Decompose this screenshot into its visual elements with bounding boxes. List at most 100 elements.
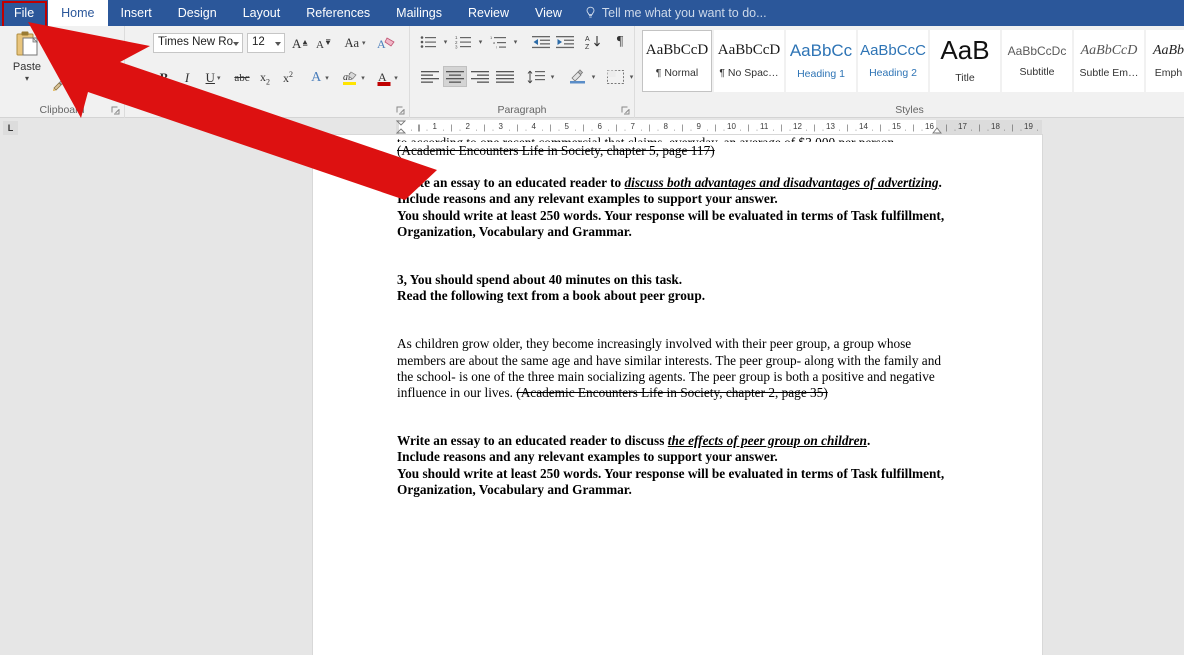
tab-insert[interactable]: Insert: [108, 0, 165, 26]
ruler-half-tick: |: [978, 125, 981, 132]
shading-caret-icon[interactable]: ▾: [588, 66, 599, 87]
superscript-button[interactable]: x2: [277, 68, 299, 88]
font-name-input[interactable]: Times New Ro: [153, 33, 243, 53]
bullets-button[interactable]: [418, 32, 440, 52]
style-subtitle[interactable]: AaBbCcDc Subtitle: [1002, 30, 1072, 92]
shading-button[interactable]: [565, 66, 589, 87]
borders-button[interactable]: [603, 66, 627, 87]
numbering-caret-icon[interactable]: ▾: [475, 32, 486, 52]
ruler-tick: ·: [887, 125, 891, 134]
grow-font-button[interactable]: A: [290, 33, 312, 53]
tab-mailings-label: Mailings: [396, 6, 443, 20]
font-name-caret-icon[interactable]: [233, 42, 239, 46]
multilevel-list-button[interactable]: 1ai: [488, 32, 510, 52]
italic-button[interactable]: I: [176, 68, 198, 88]
paragraph-group-label: Paragraph: [497, 104, 547, 116]
clipboard-dialog-launcher[interactable]: [111, 106, 120, 115]
ruler-tick: ·: [541, 125, 544, 134]
underline-button[interactable]: U ▾: [199, 68, 227, 88]
document-area[interactable]: to according to one recent commercial th…: [0, 135, 1184, 655]
style-heading-1[interactable]: AaBbCc Heading 1: [786, 30, 856, 92]
ruler-half-tick: |: [714, 125, 717, 132]
text-effects-button[interactable]: A ▾: [305, 68, 335, 88]
style-normal[interactable]: AaBbCcD ¶ Normal: [642, 30, 712, 92]
shrink-font-button[interactable]: A: [313, 33, 335, 53]
ruler-half-tick: |: [648, 125, 651, 132]
ruler-tick: ·: [1003, 125, 1006, 134]
justify-button[interactable]: [493, 66, 517, 87]
tell-me-search[interactable]: Tell me what you want to do...: [575, 0, 777, 26]
style-emphasis[interactable]: AaBb Emph: [1146, 30, 1184, 92]
subscript-button[interactable]: x2: [254, 68, 276, 88]
tab-home[interactable]: Home: [48, 0, 108, 26]
show-formatting-marks-button[interactable]: ¶: [609, 32, 631, 52]
ruler-number: 17: [958, 122, 967, 131]
ruler-tick: ·: [871, 125, 874, 134]
tab-view-label: View: [535, 6, 562, 20]
style-normal-preview: AaBbCcD: [645, 42, 709, 58]
ruler-tick: ·: [410, 125, 413, 134]
right-indent-marker[interactable]: [932, 122, 942, 135]
document-page[interactable]: to according to one recent commercial th…: [313, 135, 1042, 655]
ribbon-group-paragraph: ▾ 123 ▾ 1ai ▾ AZ ¶ ▾ ▾ ▾ Paragraph: [410, 26, 635, 118]
citation-1-text: (Academic Encounters Life in Society, ch…: [397, 143, 715, 158]
cut-button[interactable]: Cut: [52, 32, 88, 47]
paste-button[interactable]: Paste ▾: [6, 30, 48, 83]
copy-label: Copy: [70, 56, 96, 68]
ribbon-group-font: Times New Ro 12 A A Aa ▾ A B I U ▾ abc x…: [125, 26, 410, 118]
task-3-prompt-run-1: Write an essay to an educated reader to …: [397, 433, 668, 449]
copy-button[interactable]: Copy: [52, 55, 96, 69]
tab-review[interactable]: Review: [455, 0, 522, 26]
style-heading-2[interactable]: AaBbCcC Heading 2: [858, 30, 928, 92]
font-color-button[interactable]: A ▾: [371, 68, 403, 88]
style-emphasis-label: Emph: [1154, 66, 1183, 79]
ruler-half-tick: |: [945, 125, 948, 132]
ruler-number: 8: [663, 122, 668, 131]
ruler-tick: ·: [772, 125, 775, 134]
style-normal-label: ¶ Normal: [655, 67, 699, 79]
ruler-tick: ·: [442, 125, 445, 134]
align-right-button[interactable]: [468, 66, 492, 87]
line-spacing-button[interactable]: [524, 66, 548, 87]
decrease-indent-button[interactable]: [529, 32, 553, 52]
strikethrough-button[interactable]: abc: [231, 68, 253, 88]
font-dialog-launcher[interactable]: [396, 106, 405, 115]
bold-button[interactable]: B: [153, 68, 175, 88]
multilevel-caret-icon[interactable]: ▾: [510, 32, 521, 52]
style-subtle-emphasis[interactable]: AaBbCcD Subtle Em…: [1074, 30, 1144, 92]
tab-references[interactable]: References: [293, 0, 383, 26]
style-no-spacing-preview: AaBbCcD: [717, 42, 781, 58]
line-spacing-caret-icon[interactable]: ▾: [547, 66, 558, 87]
paragraph-dialog-launcher[interactable]: [621, 106, 630, 115]
tab-file[interactable]: File: [0, 0, 49, 26]
text-highlight-color-button[interactable]: ab ▾: [337, 68, 369, 88]
font-size-caret-icon[interactable]: [275, 42, 281, 46]
paste-dropdown-caret-icon[interactable]: ▾: [6, 74, 48, 83]
bullets-caret-icon[interactable]: ▾: [440, 32, 451, 52]
align-center-button[interactable]: [443, 66, 467, 87]
ruler-tick: ·: [656, 125, 660, 134]
font-size-input[interactable]: 12: [247, 33, 285, 53]
tab-design[interactable]: Design: [165, 0, 230, 26]
tab-layout[interactable]: Layout: [230, 0, 294, 26]
tab-view[interactable]: View: [522, 0, 575, 26]
style-no-spacing[interactable]: AaBbCcD ¶ No Spac…: [714, 30, 784, 92]
sort-button[interactable]: AZ: [583, 32, 607, 52]
cut-label: Cut: [70, 33, 88, 45]
first-line-indent-marker[interactable]: [395, 120, 407, 134]
align-left-button[interactable]: [418, 66, 442, 87]
tab-layout-label: Layout: [242, 6, 281, 20]
horizontal-ruler[interactable]: 1 · | · 2 · | · 3 · | · 4 · | · 5 · | · 6 · | · 7 · | · 8 · | · 9 · | · 10 · |…: [395, 120, 1042, 135]
numbering-button[interactable]: 123: [453, 32, 475, 52]
document-text[interactable]: to according to one recent commercial th…: [397, 135, 957, 498]
change-case-button[interactable]: Aa ▾: [339, 33, 371, 53]
ruler-tick: ·: [1019, 125, 1023, 134]
clear-formatting-button[interactable]: A: [375, 33, 399, 53]
style-title[interactable]: AaB Title: [930, 30, 1000, 92]
ruler-tick: ·: [722, 125, 726, 134]
increase-indent-button[interactable]: [553, 32, 577, 52]
ruler-number: 14: [859, 122, 868, 131]
tab-mailings[interactable]: Mailings: [383, 0, 455, 26]
